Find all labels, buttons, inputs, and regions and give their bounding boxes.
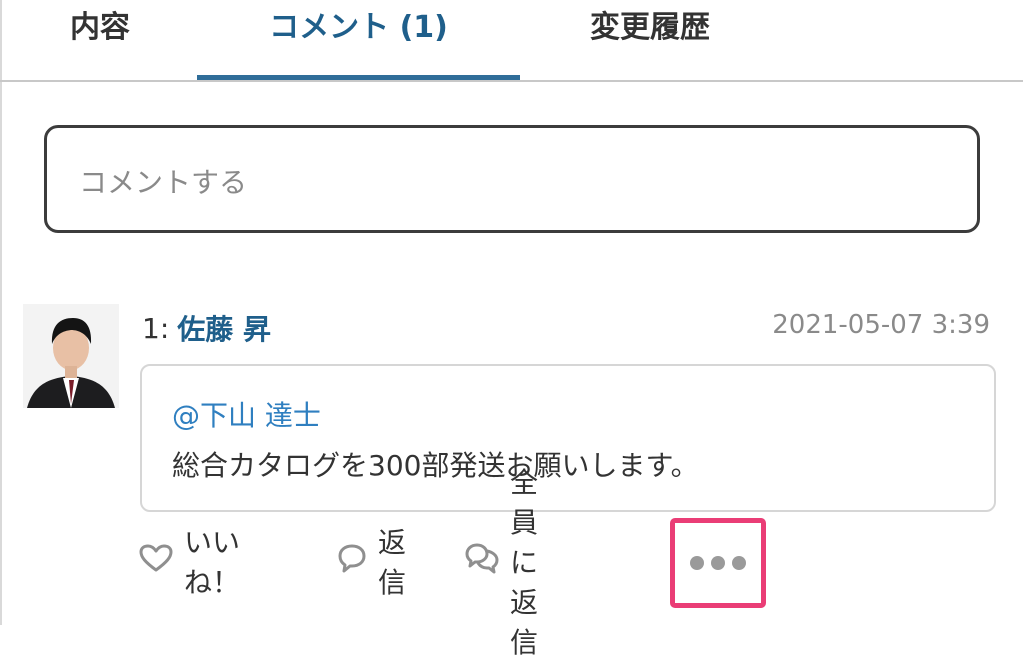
user-avatar-image: [23, 304, 119, 408]
comment-body: @下山 達士 総合カタログを300部発送お願いします。: [140, 364, 996, 512]
comment-timestamp: 2021-05-07 3:39: [772, 310, 990, 340]
comment-input[interactable]: [77, 158, 941, 206]
reply-all-label: 全員に返信: [510, 466, 539, 659]
tab-content[interactable]: 内容: [30, 0, 170, 80]
reply-label: 返信: [378, 526, 407, 599]
like-label: いいね！: [184, 526, 241, 599]
comment-text: 総合カタログを300部発送お願いします。: [172, 449, 699, 482]
mention-link[interactable]: @下山 達士: [172, 394, 321, 434]
heart-icon: [138, 543, 174, 580]
tab-history[interactable]: 変更履歴: [560, 0, 740, 80]
tab-divider: [0, 80, 1023, 82]
speech-bubbles-icon: [464, 542, 500, 581]
avatar: [23, 304, 119, 408]
more-options-button[interactable]: [670, 518, 766, 608]
like-button[interactable]: いいね！: [138, 526, 240, 599]
speech-bubble-icon: [336, 542, 368, 581]
reply-button[interactable]: 返信: [336, 526, 406, 599]
left-border: [0, 0, 2, 625]
more-dots-icon: [690, 556, 746, 570]
tab-comments[interactable]: コメント (1): [197, 0, 520, 80]
reply-all-button[interactable]: 全員に返信: [464, 466, 538, 659]
comment-header: 1: 佐藤 昇: [142, 308, 271, 348]
tab-bar: 内容 コメント (1) 変更履歴: [0, 0, 1023, 82]
comment-number: 1:: [142, 311, 170, 345]
comment-author[interactable]: 佐藤 昇: [177, 308, 271, 348]
comment-input-box[interactable]: [44, 125, 980, 233]
